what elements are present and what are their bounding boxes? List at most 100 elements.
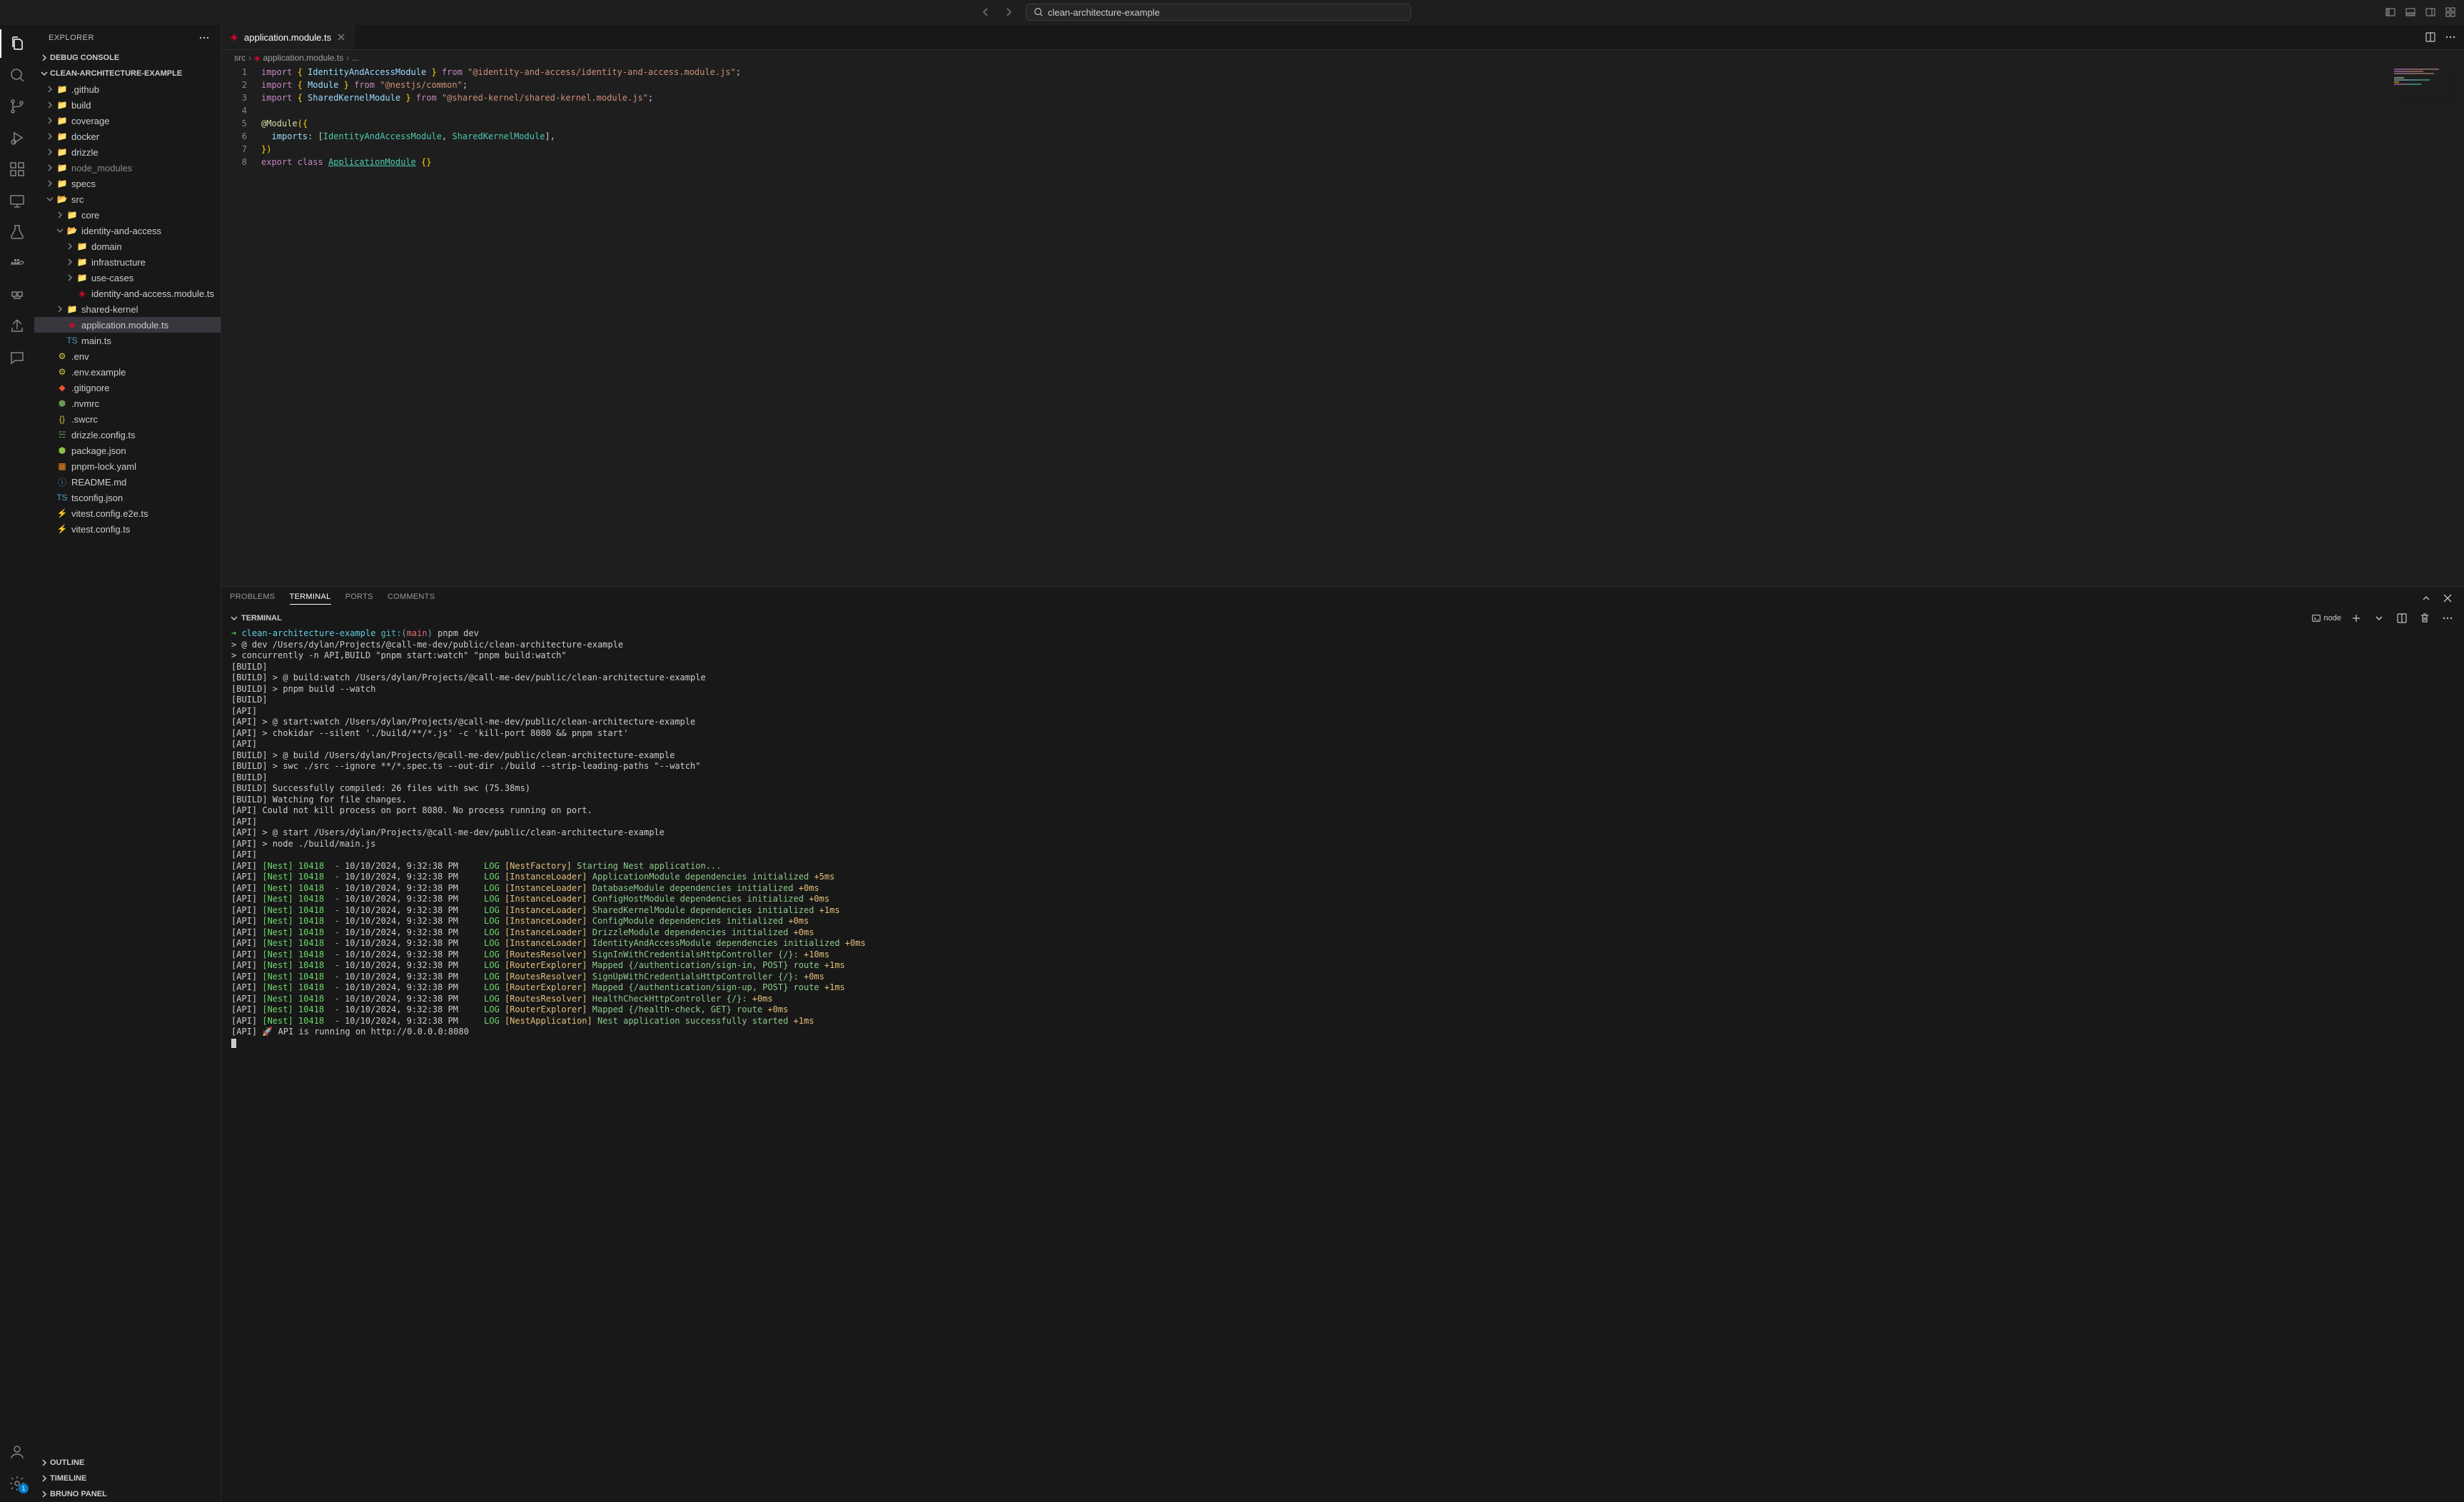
panel-maximize-button[interactable] bbox=[2418, 590, 2434, 606]
tree-folder-src[interactable]: 📂src bbox=[34, 191, 221, 207]
section-label: OUTLINE bbox=[50, 1458, 84, 1467]
section-timeline[interactable]: TIMELINE bbox=[34, 1471, 221, 1486]
arrow-left-icon bbox=[980, 6, 991, 18]
tree-file-vitest-e2e[interactable]: ⚡vitest.config.e2e.ts bbox=[34, 505, 221, 521]
tree-folder-drizzle[interactable]: 📁drizzle bbox=[34, 144, 221, 160]
panel-tab-terminal[interactable]: TERMINAL bbox=[290, 593, 331, 605]
explorer-sidebar: EXPLORER DEBUG CONSOLE CLEAN-ARCHITECTUR… bbox=[34, 25, 221, 1502]
activity-bruno[interactable] bbox=[0, 281, 34, 309]
breadcrumb-src[interactable]: src bbox=[234, 53, 246, 63]
panel-tab-problems[interactable]: PROBLEMS bbox=[230, 593, 276, 605]
terminal-line: [API] [Nest] 10418 - 10/10/2024, 9:32:38… bbox=[231, 883, 2454, 894]
chevron-right-icon bbox=[66, 242, 74, 251]
tree-file-readme[interactable]: ⓘREADME.md bbox=[34, 474, 221, 490]
node-icon: ⬢ bbox=[56, 397, 69, 410]
new-terminal-button[interactable] bbox=[2348, 610, 2364, 626]
activity-share[interactable] bbox=[0, 312, 34, 341]
activity-accounts[interactable] bbox=[0, 1438, 34, 1466]
breadcrumb-more[interactable]: ... bbox=[352, 53, 359, 63]
activity-chat[interactable] bbox=[0, 343, 34, 372]
folder-icon: 📁 bbox=[56, 83, 69, 96]
split-terminal-button[interactable] bbox=[2394, 610, 2410, 626]
tree-folder-core[interactable]: 📁core bbox=[34, 207, 221, 223]
activity-source-control[interactable] bbox=[0, 92, 34, 121]
tree-folder-docker[interactable]: 📁docker bbox=[34, 128, 221, 144]
tree-folder-domain[interactable]: 📁domain bbox=[34, 238, 221, 254]
tree-file-env[interactable]: ⚙.env bbox=[34, 348, 221, 364]
code-editor[interactable]: 12345678 import { IdentityAndAccessModul… bbox=[221, 66, 2464, 586]
plus-icon bbox=[2351, 613, 2362, 624]
split-editor-button[interactable] bbox=[2423, 29, 2438, 45]
terminal-dropdown-button[interactable] bbox=[2371, 610, 2387, 626]
terminal-line: [BUILD] Watching for file changes. bbox=[231, 795, 2454, 806]
command-center-search[interactable]: clean-architecture-example bbox=[1026, 4, 1411, 21]
tree-file-gitignore[interactable]: ◆.gitignore bbox=[34, 380, 221, 395]
activity-testing[interactable] bbox=[0, 218, 34, 246]
activity-run-debug[interactable] bbox=[0, 124, 34, 152]
activity-extensions[interactable] bbox=[0, 155, 34, 183]
activity-explorer[interactable] bbox=[0, 29, 34, 58]
tree-file-drizzle-config[interactable]: ☵drizzle.config.ts bbox=[34, 427, 221, 443]
tree-file-pnpm-lock[interactable]: ▦pnpm-lock.yaml bbox=[34, 458, 221, 474]
cursor-block bbox=[231, 1039, 236, 1048]
chevron-down-icon bbox=[2375, 614, 2383, 623]
terminal-line: [API] [Nest] 10418 - 10/10/2024, 9:32:38… bbox=[231, 938, 2454, 949]
customize-layout-icon[interactable] bbox=[2443, 4, 2458, 20]
section-outline[interactable]: OUTLINE bbox=[34, 1455, 221, 1471]
tree-folder-shared-kernel[interactable]: 📁shared-kernel bbox=[34, 301, 221, 317]
tree-folder-build[interactable]: 📁build bbox=[34, 97, 221, 113]
tree-folder-github[interactable]: 📁.github bbox=[34, 81, 221, 97]
activity-docker[interactable] bbox=[0, 249, 34, 278]
tree-file-vitest[interactable]: ⚡vitest.config.ts bbox=[34, 521, 221, 537]
layout-sidebar-left-icon[interactable] bbox=[2383, 4, 2398, 20]
minimap[interactable] bbox=[2394, 69, 2458, 111]
breadcrumbs[interactable]: src › ◈ application.module.ts › ... bbox=[221, 50, 2464, 66]
section-bruno[interactable]: BRUNO PANEL bbox=[34, 1486, 221, 1502]
tree-folder-identity-and-access[interactable]: 📂identity-and-access bbox=[34, 223, 221, 238]
code-content[interactable]: import { IdentityAndAccessModule } from … bbox=[261, 66, 2464, 586]
activity-settings[interactable]: 1 bbox=[0, 1469, 34, 1498]
tree-file-nvmrc[interactable]: ⬢.nvmrc bbox=[34, 395, 221, 411]
env-icon: ⚙ bbox=[56, 366, 69, 378]
tree-folder-use-cases[interactable]: 📁use-cases bbox=[34, 270, 221, 286]
angular-icon: ◈ bbox=[228, 31, 240, 43]
tree-file-tsconfig[interactable]: TStsconfig.json bbox=[34, 490, 221, 505]
tree-folder-node-modules[interactable]: 📁node_modules bbox=[34, 160, 221, 176]
panel-tab-ports[interactable]: PORTS bbox=[345, 593, 373, 605]
activity-search[interactable] bbox=[0, 61, 34, 89]
tree-folder-specs[interactable]: 📁specs bbox=[34, 176, 221, 191]
terminal-output[interactable]: ➜ clean-architecture-example git:(main) … bbox=[221, 627, 2464, 1502]
nav-back-button[interactable] bbox=[977, 4, 994, 21]
layout-sidebar-right-icon[interactable] bbox=[2423, 4, 2438, 20]
panel-tab-comments[interactable]: COMMENTS bbox=[388, 593, 435, 605]
tree-file-application-module[interactable]: ◈application.module.ts bbox=[34, 317, 221, 333]
tab-close-button[interactable] bbox=[335, 31, 347, 43]
kill-terminal-button[interactable] bbox=[2417, 610, 2433, 626]
editor-more-button[interactable] bbox=[2443, 29, 2458, 45]
explorer-more-button[interactable] bbox=[196, 30, 212, 46]
terminal-line: [API] [Nest] 10418 - 10/10/2024, 9:32:38… bbox=[231, 872, 2454, 883]
explorer-title: EXPLORER bbox=[49, 34, 94, 42]
nav-forward-button[interactable] bbox=[1000, 4, 1017, 21]
tree-file-env-example[interactable]: ⚙.env.example bbox=[34, 364, 221, 380]
section-debug-console[interactable]: DEBUG CONSOLE bbox=[34, 50, 221, 66]
layout-panel-icon[interactable] bbox=[2403, 4, 2418, 20]
ellipsis-icon bbox=[2445, 31, 2456, 43]
activity-remote[interactable] bbox=[0, 186, 34, 215]
tree-file-package-json[interactable]: ⬢package.json bbox=[34, 443, 221, 458]
terminal-line: [API] [Nest] 10418 - 10/10/2024, 9:32:38… bbox=[231, 905, 2454, 917]
breadcrumb-file[interactable]: application.module.ts bbox=[263, 53, 343, 63]
arrow-right-icon bbox=[1003, 6, 1014, 18]
editor-tab-application-module[interactable]: ◈ application.module.ts bbox=[221, 25, 355, 49]
tree-folder-infrastructure[interactable]: 📁infrastructure bbox=[34, 254, 221, 270]
tree-file-swcrc[interactable]: {}.swcrc bbox=[34, 411, 221, 427]
panel-close-button[interactable] bbox=[2440, 590, 2455, 606]
tree-file-main-ts[interactable]: TSmain.ts bbox=[34, 333, 221, 348]
section-project[interactable]: CLEAN-ARCHITECTURE-EXAMPLE bbox=[34, 66, 221, 81]
tree-file-iam-module[interactable]: ◈identity-and-access.module.ts bbox=[34, 286, 221, 301]
section-label: BRUNO PANEL bbox=[50, 1490, 107, 1498]
terminal-more-button[interactable] bbox=[2440, 610, 2455, 626]
tree-folder-coverage[interactable]: 📁coverage bbox=[34, 113, 221, 128]
terminal-profile[interactable]: node bbox=[2311, 613, 2341, 623]
folder-icon: 📁 bbox=[66, 208, 79, 221]
